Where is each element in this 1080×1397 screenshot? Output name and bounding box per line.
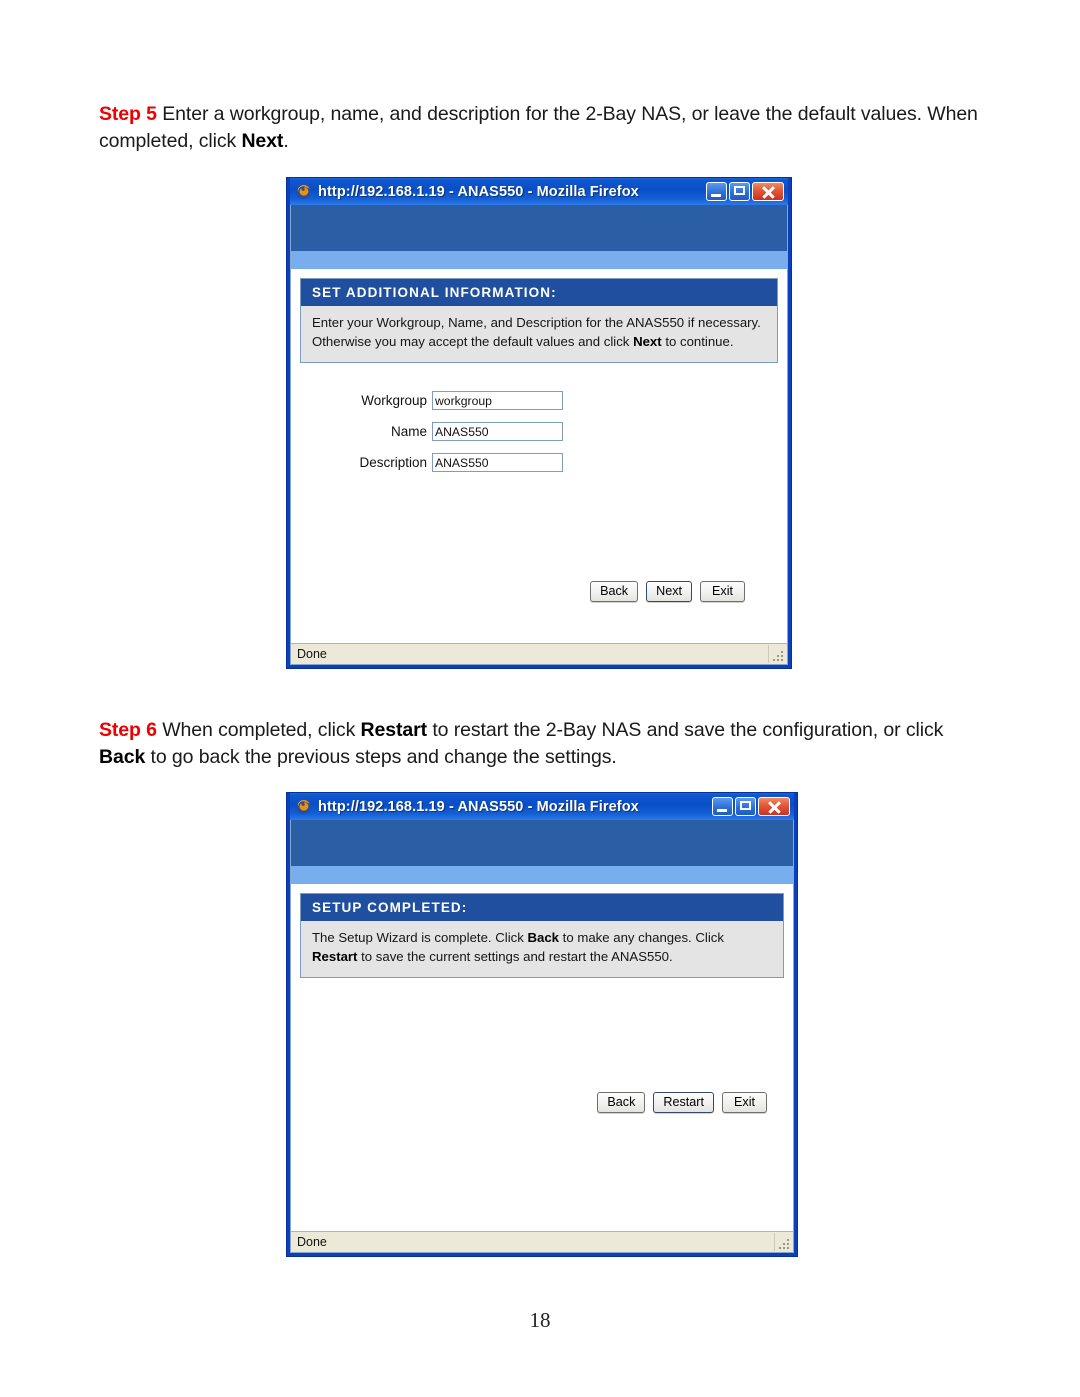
window-titlebar[interactable]: http://192.168.1.19 - ANAS550 - Mozilla … <box>290 178 788 205</box>
panel-heading: SETUP COMPLETED: <box>301 894 783 921</box>
workgroup-label: Workgroup <box>361 393 427 408</box>
browser-status-bar: Done <box>291 643 787 664</box>
step-6-instruction: Step 6 When completed, click Restart to … <box>99 717 989 771</box>
form-row-name: Name <box>339 422 787 441</box>
panel-description-bold-restart: Restart <box>312 948 358 964</box>
browser-viewport: SETUP COMPLETED: The Setup Wizard is com… <box>290 820 794 1253</box>
set-additional-information-panel: SET ADDITIONAL INFORMATION: Enter your W… <box>300 278 778 363</box>
maximize-button[interactable] <box>729 182 750 201</box>
window-title: http://192.168.1.19 - ANAS550 - Mozilla … <box>318 798 639 815</box>
web-page-content: SETUP COMPLETED: The Setup Wizard is com… <box>291 820 793 1231</box>
restart-button[interactable]: Restart <box>653 1092 714 1113</box>
workgroup-input[interactable] <box>432 391 563 410</box>
brand-banner-accent <box>291 251 787 269</box>
step-5-bold-next: Next <box>241 130 284 152</box>
banner-spacer <box>291 884 793 893</box>
panel-description-bold-back: Back <box>527 930 560 945</box>
step-6-bold-back: Back <box>99 746 146 768</box>
panel-description-bold-next: Next <box>633 333 662 349</box>
brand-banner-accent <box>291 866 793 884</box>
browser-status-bar: Done <box>291 1231 793 1252</box>
back-button[interactable]: Back <box>590 581 639 602</box>
firefox-icon <box>295 183 312 200</box>
resize-grip-icon[interactable] <box>771 649 785 663</box>
window-controls <box>706 182 786 201</box>
status-separator <box>774 1233 775 1251</box>
firefox-icon <box>295 798 312 815</box>
status-text: Done <box>297 647 327 661</box>
step-6-text-2: to restart the 2-Bay NAS and save the co… <box>427 719 944 741</box>
maximize-button[interactable] <box>735 797 756 816</box>
exit-button[interactable]: Exit <box>722 1092 767 1113</box>
step-5-instruction: Step 5 Enter a workgroup, name, and desc… <box>99 101 989 155</box>
panel-description-part-3: to save the current settings and restart… <box>357 948 673 964</box>
step-5-text-after: . <box>283 130 289 152</box>
close-button[interactable] <box>752 182 784 201</box>
panel-description-part-2: to continue. <box>661 333 734 349</box>
step-6-bold-restart: Restart <box>360 719 428 741</box>
brand-banner <box>291 820 793 866</box>
name-label: Name <box>390 424 427 439</box>
description-label: Description <box>359 455 427 470</box>
wizard-button-row: Back Restart Exit <box>597 1092 767 1113</box>
browser-viewport: SET ADDITIONAL INFORMATION: Enter your W… <box>290 205 788 665</box>
panel-description-part-1: The Setup Wizard is complete. Click <box>312 930 528 945</box>
step-6-text-3: to go back the previous steps and change… <box>145 746 617 768</box>
form-row-description: Description <box>339 453 787 472</box>
panel-description-part-2: to make any changes. Click <box>559 930 724 945</box>
minimize-button[interactable] <box>712 797 733 816</box>
brand-banner <box>291 205 787 251</box>
name-input[interactable] <box>432 422 563 441</box>
panel-description: Enter your Workgroup, Name, and Descript… <box>301 306 777 362</box>
panel-heading: SET ADDITIONAL INFORMATION: <box>301 279 777 306</box>
window-controls <box>712 797 792 816</box>
browser-window-set-additional-information: http://192.168.1.19 - ANAS550 - Mozilla … <box>286 177 792 669</box>
web-page-content: SET ADDITIONAL INFORMATION: Enter your W… <box>291 205 787 643</box>
next-button[interactable]: Next <box>646 581 692 602</box>
form-row-workgroup: Workgroup <box>339 391 787 410</box>
panel-description: The Setup Wizard is complete. Click Back… <box>301 921 783 977</box>
status-text: Done <box>297 1235 327 1249</box>
resize-grip-icon[interactable] <box>777 1237 791 1251</box>
manual-page: Step 5 Enter a workgroup, name, and desc… <box>0 0 1080 1397</box>
step-5-label: Step 5 <box>99 103 157 125</box>
status-separator <box>768 645 769 663</box>
banner-spacer <box>291 269 787 278</box>
close-button[interactable] <box>758 797 790 816</box>
window-title: http://192.168.1.19 - ANAS550 - Mozilla … <box>318 183 639 200</box>
page-number: 18 <box>529 1308 551 1332</box>
browser-window-setup-completed: http://192.168.1.19 - ANAS550 - Mozilla … <box>286 792 798 1257</box>
additional-information-form: Workgroup Name Description <box>291 391 787 472</box>
description-input[interactable] <box>432 453 563 472</box>
window-titlebar[interactable]: http://192.168.1.19 - ANAS550 - Mozilla … <box>290 793 794 820</box>
wizard-button-row: Back Next Exit <box>590 581 745 602</box>
exit-button[interactable]: Exit <box>700 581 745 602</box>
step-6-label: Step 6 <box>99 719 157 741</box>
back-button[interactable]: Back <box>597 1092 646 1113</box>
setup-completed-panel: SETUP COMPLETED: The Setup Wizard is com… <box>300 893 784 978</box>
step-6-text-1: When completed, click <box>156 719 361 741</box>
step-5-text-before: Enter a workgroup, name, and description… <box>99 103 978 152</box>
minimize-button[interactable] <box>706 182 727 201</box>
